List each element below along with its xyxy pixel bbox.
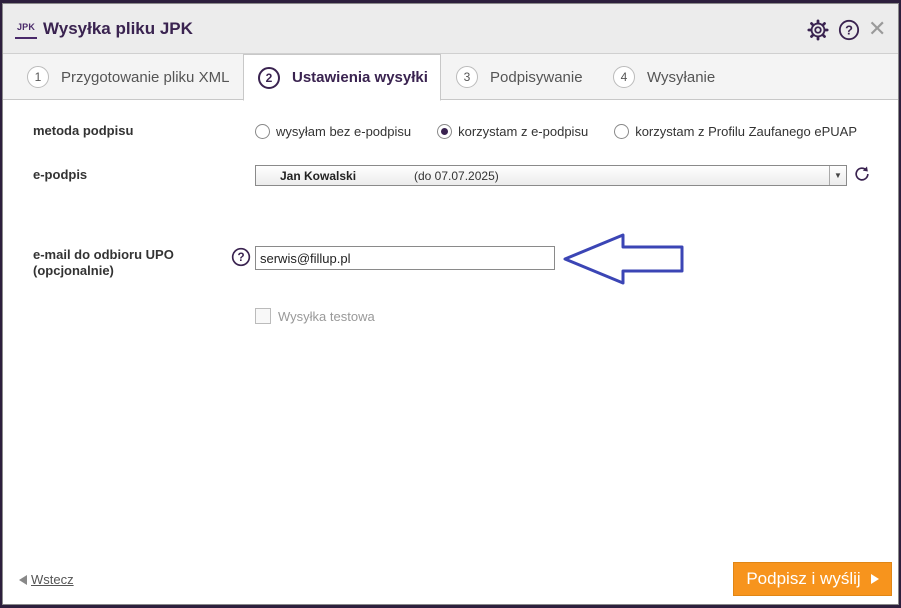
dialog-title: Wysyłka pliku JPK bbox=[43, 19, 193, 38]
signature-method-radios: wysyłam bez e-podpisu korzystam z e-podp… bbox=[255, 124, 883, 139]
radio-button-selected[interactable] bbox=[437, 124, 453, 139]
signature-method-label: metoda podpisu bbox=[33, 123, 134, 138]
email-label-line1: e-mail do odbioru UPO bbox=[33, 247, 174, 262]
refresh-icon[interactable] bbox=[852, 164, 872, 184]
email-label: e-mail do odbioru UPO (opcjonalnie) bbox=[33, 247, 174, 279]
test-send-label: Wysyłka testowa bbox=[278, 308, 375, 324]
chevron-down-icon[interactable]: ▼ bbox=[829, 166, 846, 185]
titlebar: JPK Wysyłka pliku JPK ? ✕ bbox=[3, 4, 898, 54]
email-input[interactable] bbox=[255, 246, 555, 270]
radio-label: wysyłam bez e-podpisu bbox=[276, 124, 412, 139]
tab-label: Ustawienia wysyłki bbox=[292, 69, 428, 86]
tab-label: Podpisywanie bbox=[490, 68, 583, 86]
radio-no-esignature[interactable]: wysyłam bez e-podpisu bbox=[255, 124, 411, 139]
back-label: Wstecz bbox=[31, 572, 74, 587]
help-icon[interactable]: ? bbox=[231, 247, 251, 267]
tab-step-3[interactable]: 3 Podpisywanie bbox=[456, 54, 583, 100]
esignature-select[interactable]: Jan Kowalski (do 07.07.2025) ▼ bbox=[255, 165, 847, 186]
radio-button[interactable] bbox=[255, 124, 270, 139]
tab-step-4[interactable]: 4 Wysyłanie bbox=[613, 54, 715, 100]
sign-and-send-button[interactable]: Podpisz i wyślij bbox=[733, 562, 892, 596]
test-send-option: Wysyłka testowa bbox=[255, 308, 375, 324]
jpk-dialog: JPK Wysyłka pliku JPK ? ✕ 1 Przygotowani… bbox=[2, 3, 899, 605]
back-link[interactable]: Wstecz bbox=[19, 572, 74, 587]
tab-step-number: 1 bbox=[27, 66, 49, 88]
tab-label: Przygotowanie pliku XML bbox=[61, 68, 230, 86]
annotation-arrow-icon bbox=[563, 233, 684, 285]
tab-step-number: 4 bbox=[613, 66, 635, 88]
help-icon[interactable]: ? bbox=[838, 19, 860, 41]
radio-use-esignature[interactable]: korzystam z e-podpisu bbox=[437, 124, 588, 139]
email-label-line2: (opcjonalnie) bbox=[33, 263, 114, 278]
radio-label: korzystam z Profilu Zaufanego ePUAP bbox=[635, 124, 858, 139]
svg-text:?: ? bbox=[237, 251, 244, 264]
esignature-validity: (do 07.07.2025) bbox=[414, 168, 499, 183]
radio-button[interactable] bbox=[614, 124, 630, 139]
jpk-logo: JPK bbox=[15, 21, 37, 39]
close-icon[interactable]: ✕ bbox=[868, 18, 890, 40]
radio-use-epuap[interactable]: korzystam z Profilu Zaufanego ePUAP bbox=[614, 124, 857, 139]
tab-step-number: 2 bbox=[258, 66, 280, 89]
radio-label: korzystam z e-podpisu bbox=[458, 124, 589, 139]
tab-label: Wysyłanie bbox=[647, 68, 716, 86]
svg-text:?: ? bbox=[845, 23, 853, 38]
gear-icon[interactable] bbox=[807, 19, 829, 41]
play-arrow-icon bbox=[870, 574, 879, 584]
tab-step-2[interactable]: 2 Ustawienia wysyłki bbox=[243, 54, 441, 101]
tab-step-number: 3 bbox=[456, 66, 478, 88]
tab-step-1[interactable]: 1 Przygotowanie pliku XML bbox=[27, 54, 229, 100]
step-tabs: 1 Przygotowanie pliku XML 2 Ustawienia w… bbox=[3, 54, 898, 101]
test-send-checkbox[interactable] bbox=[255, 308, 271, 324]
submit-label: Podpisz i wyślij bbox=[746, 569, 861, 588]
esignature-name: Jan Kowalski bbox=[280, 168, 357, 183]
esignature-label: e-podpis bbox=[33, 167, 88, 182]
chevron-left-icon bbox=[19, 574, 27, 585]
